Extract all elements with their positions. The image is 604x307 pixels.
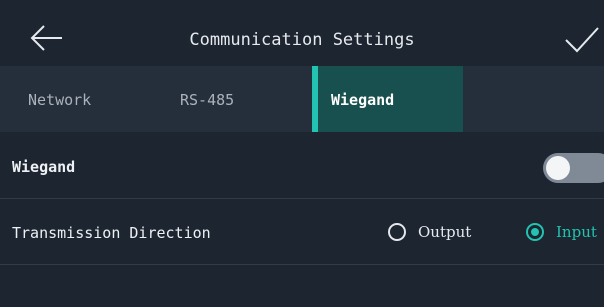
header-bar: Communication Settings bbox=[0, 0, 604, 66]
arrow-left-icon bbox=[30, 25, 62, 51]
confirm-button[interactable] bbox=[562, 22, 602, 58]
radio-unchecked-icon bbox=[388, 223, 406, 241]
wiegand-toggle[interactable] bbox=[543, 153, 604, 183]
output-radio[interactable]: Output bbox=[388, 221, 471, 243]
checkmark-icon bbox=[565, 27, 599, 53]
tab-rs485[interactable]: RS-485 bbox=[180, 66, 234, 132]
tab-bar: Network RS-485 Wiegand bbox=[0, 66, 604, 132]
wiegand-row: Wiegand bbox=[0, 134, 604, 199]
wiegand-label: Wiegand bbox=[12, 158, 76, 176]
tab-wiegand-label: Wiegand bbox=[331, 91, 395, 109]
active-tab-indicator bbox=[312, 66, 318, 132]
input-radio-label: Input bbox=[556, 223, 597, 241]
transmission-direction-label: Transmission Direction bbox=[12, 224, 211, 242]
radio-checked-icon bbox=[526, 223, 544, 241]
back-button[interactable] bbox=[28, 20, 64, 56]
input-radio[interactable]: Input bbox=[526, 221, 597, 243]
toggle-knob bbox=[546, 156, 570, 180]
page-title: Communication Settings bbox=[189, 30, 415, 50]
tab-wiegand[interactable]: Wiegand bbox=[312, 66, 463, 132]
output-radio-label: Output bbox=[418, 223, 472, 241]
tab-network[interactable]: Network bbox=[28, 66, 91, 132]
transmission-direction-row: Transmission Direction Output Input bbox=[0, 200, 604, 265]
